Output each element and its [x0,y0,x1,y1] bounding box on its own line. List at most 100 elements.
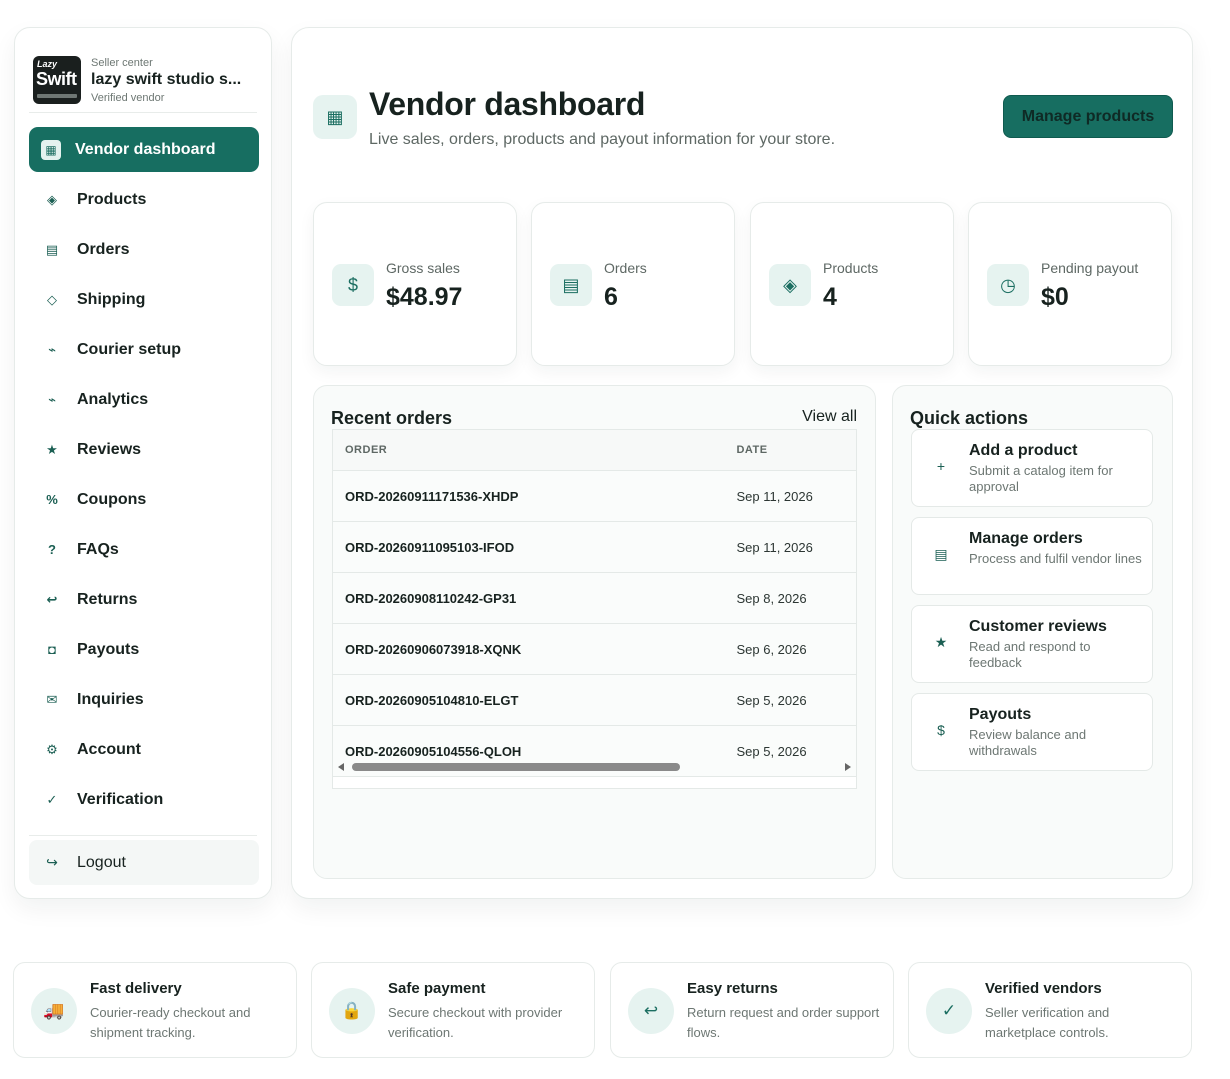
question-icon: ? [48,542,56,557]
main-panel: ▦ Vendor dashboard Live sales, orders, p… [291,27,1193,899]
brand: Lazy Swift Seller center lazy swift stud… [33,48,259,112]
quick-actions-title: Quick actions [910,408,1029,428]
sidebar-item-payouts[interactable]: ◘ Payouts [29,627,259,672]
brand-kicker: Seller center [91,56,153,69]
divider [29,112,257,113]
horizontal-scrollbar[interactable] [336,760,853,774]
order-id: ORD-20260906073918-XQNK [345,641,522,657]
view-all-link[interactable]: View all [802,408,857,426]
vendor-status: Verified vendor [91,91,165,104]
manage-products-button[interactable]: Manage products [1003,95,1173,138]
stat-card-orders: ▤ Orders 6 [531,202,735,366]
sidebar-item-coupons[interactable]: % Coupons [29,477,259,522]
stat-card-products: ◈ Products 4 [750,202,954,366]
order-date: Sep 6, 2026 [736,641,807,657]
return-icon: ↩ [46,591,58,607]
recent-orders-title: Recent orders [331,408,453,428]
page-title: Vendor dashboard [369,86,646,122]
quick-action-payouts[interactable]: $ Payouts Review balance and withdrawals [911,693,1153,771]
table-header: ORDER DATE [333,430,856,471]
check-icon: ✓ [46,791,58,807]
stat-card-gross-sales: $ Gross sales $48.97 [313,202,517,366]
sidebar-item-faqs[interactable]: ? FAQs [29,527,259,572]
shipping-icon: ◇ [47,291,57,307]
sidebar-item-vendor-dashboard[interactable]: ▦ Vendor dashboard [29,127,259,172]
table-row[interactable]: ORD-20260905104810-ELGT Sep 5, 2026 [333,675,856,726]
stat-label: Gross sales [386,260,460,276]
payout-icon: ◘ [48,642,56,657]
order-date: Sep 11, 2026 [736,539,813,555]
diamond-icon: ◈ [769,264,811,306]
stat-value: 6 [604,283,618,311]
table-row[interactable]: ORD-20260906073918-XQNK Sep 6, 2026 [333,624,856,675]
page-subtitle: Live sales, orders, products and payout … [369,131,836,148]
diamond-icon: ◈ [47,191,57,207]
logout-icon: ↪ [46,854,58,870]
stat-label: Orders [604,260,647,276]
orders-icon: ▤ [550,264,592,306]
column-header-date: DATE [736,444,768,456]
sidebar-item-inquiries[interactable]: ✉ Inquiries [29,677,259,722]
sidebar-item-verification[interactable]: ✓ Verification [29,777,259,822]
table-row[interactable]: ORD-20260911095103-IFOD Sep 11, 2026 [333,522,856,573]
check-icon: ✓ [926,988,972,1034]
recent-orders-card: Recent orders View all ORDER DATE ORD-20… [313,385,876,879]
dashboard-icon: ▦ [41,139,61,160]
orders-icon: ▤ [45,241,59,257]
order-id: ORD-20260908110242-GP31 [345,590,517,606]
sidebar-item-products[interactable]: ◈ Products [29,177,259,222]
order-id: ORD-20260911171536-XHDP [345,488,519,504]
order-date: Sep 11, 2026 [736,488,813,504]
stat-label: Pending payout [1041,260,1139,276]
column-header-order: ORDER [345,444,388,456]
feature-verified-vendors: ✓ Verified vendors Seller verification a… [908,962,1192,1058]
sidebar-item-shipping[interactable]: ◇ Shipping [29,277,259,322]
order-id: ORD-20260911095103-IFOD [345,539,515,555]
order-date: Sep 5, 2026 [736,692,807,708]
feature-easy-returns: ↩ Easy returns Return request and order … [610,962,894,1058]
sidebar-item-courier-setup[interactable]: ⌁ Courier setup [29,327,259,372]
order-date: Sep 5, 2026 [736,743,807,759]
order-id: ORD-20260905104810-ELGT [345,692,519,708]
orders-table: ORDER DATE ORD-20260911171536-XHDP Sep 11… [332,429,857,789]
star-icon: ★ [934,634,948,650]
orders-icon: ▤ [934,546,948,562]
store-logo: Lazy Swift [33,56,81,104]
table-row[interactable]: ORD-20260911171536-XHDP Sep 11, 2026 [333,471,856,522]
return-icon: ↩ [628,988,674,1034]
percent-icon: % [46,492,58,507]
table-row[interactable]: ORD-20260908110242-GP31 Sep 8, 2026 [333,573,856,624]
sidebar-nav: ▦ Vendor dashboard ◈ Products ▤ Orders ◇ Shi… [29,127,259,827]
gear-icon: ⚙ [46,741,58,757]
stat-value: 4 [823,283,837,311]
scrollbar-thumb[interactable] [352,763,680,771]
quick-action-manage-orders[interactable]: ▤ Manage orders Process and fulfil vendo… [911,517,1153,595]
sidebar-item-orders[interactable]: ▤ Orders [29,227,259,272]
dashboard-icon: ▦ [313,95,357,139]
dollar-icon: $ [332,264,374,306]
analytics-icon: ⌁ [48,391,56,407]
stat-label: Products [823,260,879,276]
quick-action-customer-reviews[interactable]: ★ Customer reviews Read and respond to f… [911,605,1153,683]
dollar-icon: $ [937,722,945,738]
store-name: lazy swift studio s... [91,70,242,88]
feature-safe-payment: 🔒 Safe payment Secure checkout with prov… [311,962,595,1058]
lock-icon: 🔒 [329,988,375,1034]
feature-fast-delivery: 🚚 Fast delivery Courier-ready checkout a… [13,962,297,1058]
sidebar-item-analytics[interactable]: ⌁ Analytics [29,377,259,422]
quick-action-add-product[interactable]: + Add a product Submit a catalog item fo… [911,429,1153,507]
sidebar-item-returns[interactable]: ↩ Returns [29,577,259,622]
courier-icon: ⌁ [48,341,56,357]
truck-icon: 🚚 [31,988,77,1034]
sidebar-item-account[interactable]: ⚙ Account [29,727,259,772]
stat-value: $48.97 [386,283,463,311]
scroll-left-arrow-icon[interactable] [338,763,344,771]
stat-value: $0 [1041,283,1069,311]
mail-icon: ✉ [46,691,58,707]
quick-actions-card: Quick actions + Add a product Submit a c… [892,385,1173,879]
star-icon: ★ [46,441,58,457]
scroll-right-arrow-icon[interactable] [845,763,851,771]
plus-icon: + [936,458,946,474]
logout-button[interactable]: ↪ Logout [29,840,259,885]
sidebar-item-reviews[interactable]: ★ Reviews [29,427,259,472]
